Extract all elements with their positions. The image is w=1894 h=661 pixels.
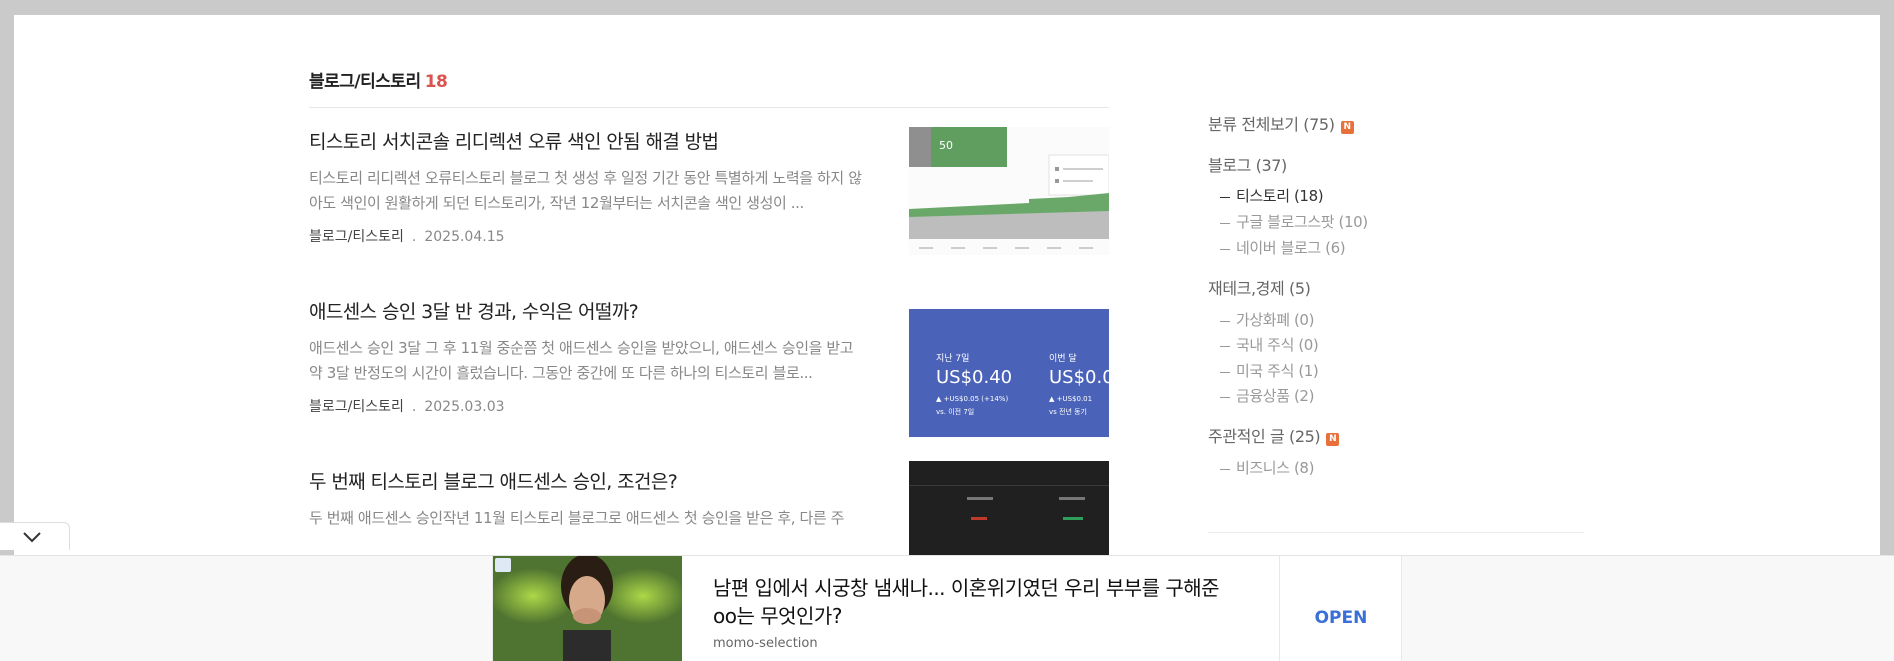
thumb-col2-label: 이번 달 [1049,354,1077,364]
category-title: 블로그/티스토리 18 [309,67,448,92]
meta-dot: . [411,229,417,245]
search-console-chart-thumbnail: 50 [909,127,1109,255]
sidebar-group-finance[interactable]: 재테크,경제 (5) [1208,275,1311,299]
post-category-link[interactable]: 블로그/티스토리 [309,229,404,245]
post-excerpt: 두 번째 애드센스 승인작년 11월 티스토리 블로그로 애드센스 첫 승인을 … [309,509,845,527]
sidebar-group-blog[interactable]: 블로그 (37) [1208,152,1287,176]
sidebar-all-label: 분류 전체보기 (75) [1208,115,1335,134]
post-text: 티스토리 서치콘솔 리디렉션 오류 색인 안됨 해결 방법 티스토리 리디렉션 … [309,127,869,246]
post-item[interactable]: 애드센스 승인 3달 반 경과, 수익은 어떨까? 애드센스 승인 3달 그 후… [309,297,1109,437]
dash-icon [1220,346,1230,347]
sidebar-item-label: 금융상품 (2) [1236,387,1315,405]
ad-open-button[interactable]: OPEN [1279,556,1403,661]
sidebar-item-financial-products[interactable]: 금융상품 (2) [1220,385,1314,406]
ad-card[interactable]: 남편 입에서 시궁창 냄새나... 이혼위기였던 우리 부부를 구해준 oo는 … [492,556,1402,661]
thumb-col2-delta: ▲ +US$0.01 [1049,395,1093,403]
sidebar-group-label: 블로그 (37) [1208,156,1287,175]
dash-icon [1220,249,1230,250]
post-excerpt: 애드센스 승인 3달 그 후 11월 중순쯤 첫 애드센스 승인을 받았으니, … [309,339,854,382]
post-date: 2025.03.03 [424,399,505,415]
ad-collapse-button[interactable] [0,522,70,550]
ad-choices-icon[interactable] [495,558,511,572]
sidebar-item-label: 미국 주식 (1) [1236,362,1319,380]
post-title[interactable]: 티스토리 서치콘솔 리디렉션 오류 색인 안됨 해결 방법 [309,127,869,154]
post-text: 두 번째 티스토리 블로그 애드센스 승인, 조건은? 두 번째 애드센스 승인… [309,467,869,556]
sidebar-item-label: 비즈니스 (8) [1236,459,1315,477]
sidebar-item-label: 국내 주식 (0) [1236,336,1319,354]
sidebar-item-naver-blog[interactable]: 네이버 블로그 (6) [1220,237,1346,258]
post-title[interactable]: 애드센스 승인 3달 반 경과, 수익은 어떨까? [309,297,869,324]
ad-headline[interactable]: 남편 입에서 시궁창 냄새나... 이혼위기였던 우리 부부를 구해준 oo는 … [713,574,1233,630]
sidebar-item-domestic-stock[interactable]: 국내 주식 (0) [1220,334,1319,355]
thumb-col1-label: 지난 7일 [936,354,970,364]
post-category-link[interactable]: 블로그/티스토리 [309,399,404,415]
post-date: 2025.04.15 [424,229,505,245]
chevron-down-icon [23,532,41,543]
thumb-col2-value: US$0.0 [1049,367,1109,388]
thumb-col1-value: US$0.40 [936,367,1013,388]
dash-icon [1220,397,1230,398]
post-excerpt: 티스토리 리디렉션 오류티스토리 블로그 첫 생성 후 일정 기간 동안 특별하… [309,169,862,212]
sidebar-group-label: 재테크,경제 (5) [1208,279,1311,298]
new-badge: N [1326,433,1340,446]
sidebar-divider [1208,532,1584,533]
new-badge: N [1340,121,1354,134]
sidebar-item-label: 구글 블로그스팟 (10) [1236,213,1368,231]
sidebar-item-us-stock[interactable]: 미국 주식 (1) [1220,360,1319,381]
dash-icon [1220,469,1230,470]
post-meta: 블로그/티스토리. 2025.04.15 [309,226,869,246]
post-item[interactable]: 티스토리 서치콘솔 리디렉션 오류 색인 안됨 해결 방법 티스토리 리디렉션 … [309,127,1109,262]
category-count: 18 [424,72,448,92]
sidebar-item-tistory[interactable]: 티스토리 (18) [1220,185,1324,206]
category-name: 블로그/티스토리 [309,72,421,92]
sidebar-item-business[interactable]: 비즈니스 (8) [1220,457,1314,478]
ad-image[interactable] [493,556,682,661]
post-meta: 블로그/티스토리. 2025.03.03 [309,396,869,416]
post-thumbnail[interactable]: 지난 7일 US$0.40 ▲ +US$0.05 (+14%) vs. 이전 7… [909,309,1109,437]
sidebar-item-label: 네이버 블로그 (6) [1236,239,1346,257]
ad-source: momo-selection [713,636,818,651]
dash-icon [1220,223,1230,224]
sidebar-item-crypto[interactable]: 가상화폐 (0) [1220,309,1314,330]
dash-icon [1220,372,1230,373]
sidebar-all-categories[interactable]: 분류 전체보기 (75) N [1208,111,1354,135]
post-text: 애드센스 승인 3달 반 경과, 수익은 어떨까? 애드센스 승인 3달 그 후… [309,297,869,416]
thumb-col1-delta: ▲ +US$0.05 (+14%) [936,395,1009,403]
sidebar-group-label: 주관적인 글 (25) [1208,427,1321,446]
sidebar-item-label: 티스토리 (18) [1236,187,1324,205]
dash-icon [1220,197,1230,198]
title-divider [309,107,1109,108]
dash-icon [1220,321,1230,322]
post-title[interactable]: 두 번째 티스토리 블로그 애드센스 승인, 조건은? [309,467,869,494]
post-thumbnail[interactable]: 50 [909,127,1109,255]
anchor-ad-bar: 남편 입에서 시궁창 냄새나... 이혼위기였던 우리 부부를 구해준 oo는 … [0,555,1894,661]
ad-photo [493,556,682,661]
thumb-col2-vs: vs 전년 동기 [1049,408,1087,416]
thumb-col1-vs: vs. 이전 7일 [936,408,975,416]
meta-dot: . [411,399,417,415]
thumb-badge-value: 50 [939,139,953,152]
sidebar-item-blogspot[interactable]: 구글 블로그스팟 (10) [1220,211,1368,232]
sidebar-item-label: 가상화폐 (0) [1236,311,1315,329]
sidebar-group-opinion[interactable]: 주관적인 글 (25) N [1208,423,1340,447]
